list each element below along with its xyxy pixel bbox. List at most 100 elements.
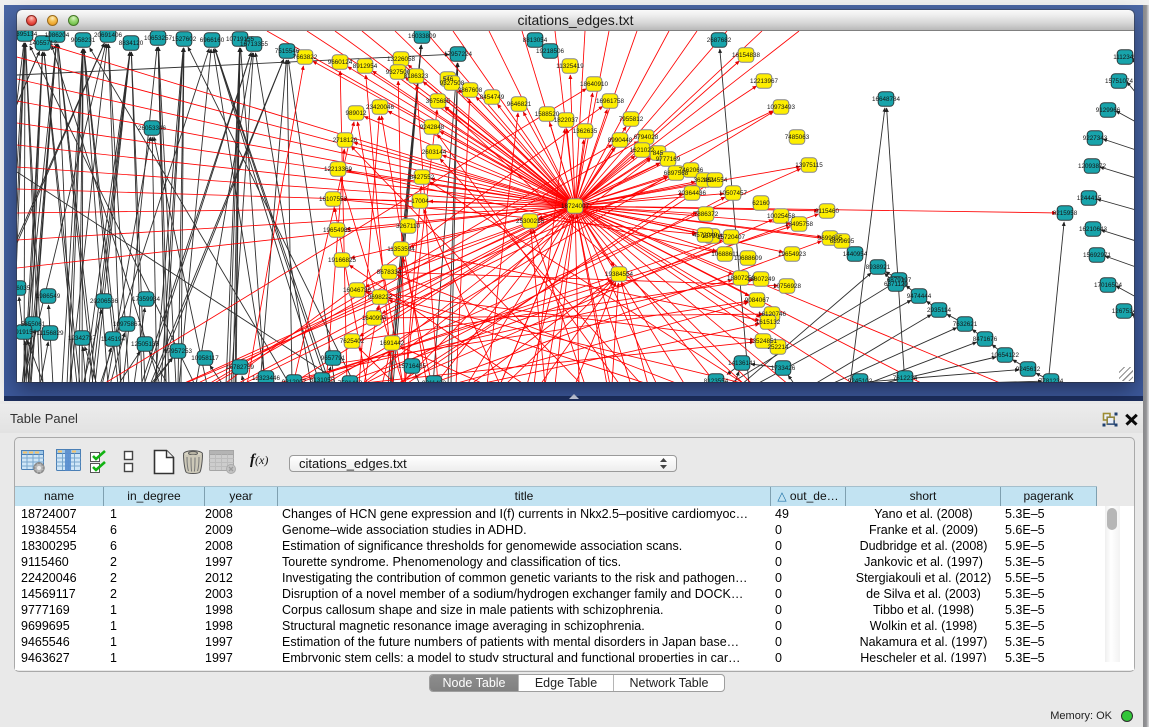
svg-text:18807250: 18807250 [727, 275, 756, 282]
svg-text:10507457: 10507457 [719, 190, 748, 197]
svg-text:17004: 17004 [411, 198, 429, 205]
svg-text:8990448: 8990448 [608, 137, 633, 144]
svg-text:1986549: 1986549 [36, 293, 61, 300]
svg-text:10688611: 10688611 [711, 251, 739, 258]
svg-text:7612234: 7612234 [893, 375, 918, 382]
svg-text:7663822: 7663822 [293, 54, 318, 61]
svg-text:9245612: 9245612 [1016, 366, 1041, 373]
svg-text:16713355: 16713355 [240, 41, 269, 48]
svg-text:12323446: 12323446 [252, 375, 281, 382]
svg-text:10756928: 10756928 [773, 283, 802, 290]
svg-text:7462066: 7462066 [679, 167, 704, 174]
svg-text:13226058: 13226058 [387, 56, 416, 63]
svg-text:14136141: 14136141 [728, 360, 757, 367]
svg-text:9242848: 9242848 [420, 124, 445, 131]
svg-text:7625402: 7625402 [340, 338, 365, 345]
svg-text:62160: 62160 [752, 200, 770, 207]
svg-text:16107553: 16107553 [319, 196, 348, 203]
svg-text:23420046: 23420046 [366, 104, 395, 111]
svg-text:19654923: 19654923 [778, 251, 807, 258]
svg-text:9312007: 9312007 [282, 379, 307, 382]
svg-text:7632621: 7632621 [953, 321, 978, 328]
svg-text:2687682: 2687682 [707, 37, 732, 44]
svg-text:8131055: 8131055 [310, 377, 335, 382]
svg-text:8427552: 8427552 [410, 174, 435, 181]
svg-text:9327508: 9327508 [440, 80, 465, 87]
svg-text:19166825: 19166825 [328, 257, 357, 264]
svg-text:4572040: 4572040 [693, 232, 718, 239]
svg-text:19654985: 19654985 [323, 227, 352, 234]
svg-text:8215958: 8215958 [1053, 210, 1078, 217]
svg-text:2867608: 2867608 [458, 87, 483, 94]
svg-text:6871120: 6871120 [884, 281, 909, 288]
svg-text:9084067: 9084067 [745, 297, 770, 304]
svg-text:17957224: 17957224 [444, 51, 473, 58]
svg-text:8471676: 8471676 [973, 336, 998, 343]
svg-text:11353594: 11353594 [387, 246, 415, 253]
svg-text:6794028: 6794028 [634, 134, 659, 141]
svg-text:19218506: 19218506 [536, 48, 565, 55]
svg-text:1615132: 1615132 [756, 319, 781, 326]
svg-text:16120746: 16120746 [758, 311, 787, 318]
svg-text:2935114: 2935114 [927, 307, 952, 314]
svg-text:7955812: 7955812 [619, 116, 644, 123]
svg-text:20691406: 20691406 [94, 32, 123, 39]
svg-text:17957253: 17957253 [164, 348, 193, 355]
svg-text:989012: 989012 [345, 110, 367, 117]
svg-text:9777169: 9777169 [656, 156, 681, 163]
svg-text:9657791: 9657791 [321, 355, 346, 362]
svg-text:3919154: 3919154 [17, 329, 37, 336]
svg-text:2395134: 2395134 [17, 31, 38, 38]
svg-text:12505135: 12505135 [131, 341, 160, 348]
svg-text:10653257: 10653257 [144, 35, 173, 42]
svg-text:15692971: 15692971 [1083, 252, 1112, 259]
svg-text:20206536: 20206536 [90, 298, 119, 305]
svg-text:13975115: 13975115 [795, 162, 823, 169]
svg-text:9311423: 9311423 [422, 380, 447, 382]
svg-text:9646821: 9646821 [507, 101, 532, 108]
svg-text:26053346: 26053346 [138, 125, 167, 132]
svg-text:18640910: 18640910 [580, 81, 609, 88]
svg-text:12342737: 12342737 [68, 335, 97, 342]
svg-text:20364436: 20364436 [678, 190, 707, 197]
svg-text:7485063: 7485063 [785, 134, 810, 141]
svg-text:7581413: 7581413 [338, 380, 363, 382]
svg-text:6899695: 6899695 [830, 238, 855, 245]
svg-text:1986204: 1986204 [45, 32, 70, 39]
svg-text:1733426: 1733426 [771, 365, 796, 372]
svg-text:8912954: 8912954 [353, 63, 378, 70]
svg-text:15751074: 15751074 [1105, 78, 1134, 85]
svg-text:8834120: 8834120 [119, 40, 144, 47]
svg-text:2718126: 2718126 [333, 137, 358, 144]
svg-text:8186323: 8186323 [404, 73, 429, 80]
svg-text:16033809: 16033809 [408, 33, 437, 40]
svg-text:10025458: 10025458 [767, 213, 796, 220]
svg-text:1244415: 1244415 [1077, 195, 1102, 202]
svg-text:252214: 252214 [767, 344, 789, 351]
svg-text:1640994: 1640994 [362, 315, 387, 322]
svg-text:9660124: 9660124 [328, 59, 353, 66]
svg-text:15720407: 15720407 [717, 234, 746, 241]
svg-text:1822037: 1822037 [554, 117, 579, 124]
svg-text:10975867: 10975867 [113, 321, 142, 328]
svg-text:8938921: 8938921 [866, 264, 891, 271]
svg-text:16046738: 16046738 [343, 287, 372, 294]
svg-text:6966160: 6966160 [200, 37, 225, 44]
svg-text:10654122: 10654122 [991, 352, 1020, 359]
svg-text:13495758: 13495758 [785, 221, 814, 228]
svg-text:16210643: 16210643 [1079, 226, 1108, 233]
svg-text:16961758: 16961758 [596, 98, 625, 105]
svg-text:11325419: 11325419 [556, 63, 584, 70]
svg-text:16782759: 16782759 [226, 364, 255, 371]
svg-text:11156829: 11156829 [36, 330, 64, 337]
svg-text:10958117: 10958117 [191, 355, 219, 362]
svg-text:1145194: 1145194 [101, 336, 126, 343]
svg-text:15716485: 15716485 [398, 363, 427, 370]
svg-text:8678334: 8678334 [377, 269, 402, 276]
svg-text:1691442: 1691442 [380, 340, 405, 347]
svg-text:18724007: 18724007 [561, 203, 590, 210]
svg-text:9245102: 9245102 [848, 378, 873, 382]
svg-text:1824554: 1824554 [703, 177, 728, 184]
svg-text:9227343: 9227343 [1083, 135, 1108, 142]
svg-text:9698222: 9698222 [368, 294, 393, 301]
